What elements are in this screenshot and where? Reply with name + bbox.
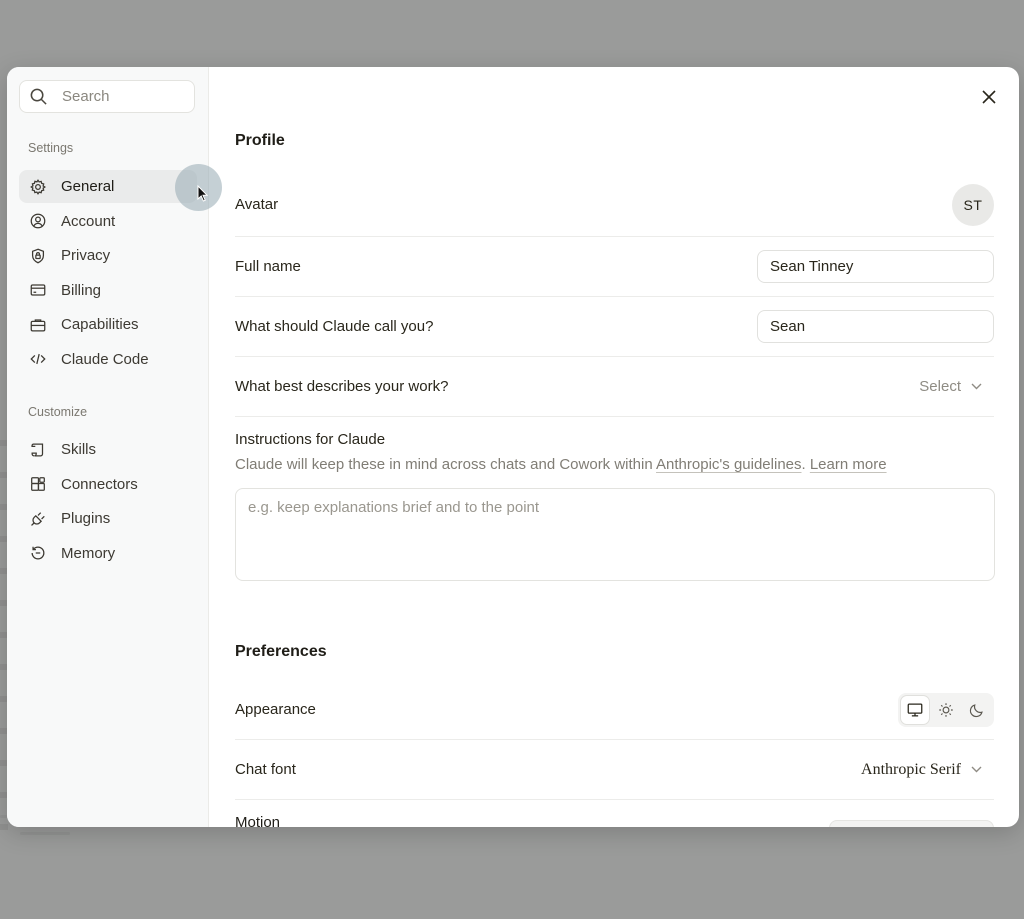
instructions-textarea[interactable] — [235, 488, 995, 581]
instructions-description: Claude will keep these in mind across ch… — [235, 456, 887, 473]
monitor-icon — [907, 703, 923, 716]
chat-font-value: Anthropic Serif — [861, 760, 961, 778]
chevron-down-icon — [971, 766, 982, 773]
chevron-down-icon — [971, 383, 982, 390]
scroll-icon — [29, 441, 47, 459]
code-icon — [29, 350, 47, 368]
appearance-row: Appearance — [235, 680, 994, 740]
sidebar-item-label: Plugins — [61, 510, 111, 528]
customize-nav: Skills Connectors Plugins Memory — [19, 433, 197, 571]
sidebar-item-label: Connectors — [61, 475, 138, 493]
settings-modal: Settings General Account Privacy — [7, 67, 1019, 827]
sidebar-item-plugins[interactable]: Plugins — [19, 502, 197, 535]
settings-sidebar: Settings General Account Privacy — [7, 67, 222, 827]
sidebar-item-connectors[interactable]: Connectors — [19, 468, 197, 501]
sidebar-item-label: Billing — [61, 281, 102, 299]
motion-label: Motion — [235, 814, 281, 827]
moon-icon — [969, 703, 983, 717]
full-name-label: Full name — [235, 258, 301, 275]
chat-font-select[interactable]: Anthropic Serif — [861, 761, 994, 779]
full-name-row: Full name — [235, 237, 994, 297]
appearance-label: Appearance — [235, 701, 316, 718]
search-input[interactable] — [62, 88, 182, 105]
instructions-title: Instructions for Claude — [235, 431, 386, 448]
sidebar-item-skills[interactable]: Skills — [19, 433, 197, 466]
sidebar-item-capabilities[interactable]: Capabilities — [19, 308, 197, 341]
work-select[interactable]: Select — [919, 378, 994, 395]
nickname-label: What should Claude call you? — [235, 318, 434, 335]
chat-font-label: Chat font — [235, 761, 296, 778]
close-button[interactable] — [979, 87, 999, 107]
sidebar-item-billing[interactable]: Billing — [19, 274, 197, 307]
history-icon — [29, 544, 47, 562]
preferences-heading: Preferences — [235, 643, 327, 660]
instructions-desc-sep: . — [801, 456, 810, 473]
sidebar-item-label: Privacy — [61, 247, 111, 265]
close-icon — [982, 90, 996, 104]
mouse-pointer-icon — [197, 185, 209, 202]
sidebar-item-label: Claude Code — [61, 350, 149, 368]
work-select-value: Select — [919, 378, 961, 395]
gear-icon — [29, 178, 47, 196]
settings-content: Profile Avatar ST Full name What should … — [210, 67, 1019, 827]
avatar-row: Avatar ST — [235, 173, 994, 237]
chat-font-row: Chat font Anthropic Serif — [235, 740, 994, 800]
sidebar-item-account[interactable]: Account — [19, 205, 197, 238]
settings-nav: General Account Privacy Billing Capabili… — [19, 170, 197, 378]
plug-icon — [29, 510, 47, 528]
sidebar-item-label: Capabilities — [61, 316, 139, 334]
user-circle-icon — [29, 212, 47, 230]
guidelines-link[interactable]: Anthropic's guidelines — [656, 456, 801, 473]
work-row: What best describes your work? Select — [235, 357, 994, 417]
sidebar-item-privacy[interactable]: Privacy — [19, 239, 197, 272]
credit-card-icon — [29, 281, 47, 299]
full-name-field[interactable] — [757, 250, 994, 283]
sidebar-item-general[interactable]: General — [19, 170, 197, 203]
search-icon — [30, 88, 47, 105]
briefcase-icon — [29, 316, 47, 334]
customize-section-label: Customize — [28, 405, 88, 419]
nickname-row: What should Claude call you? — [235, 297, 994, 357]
shield-lock-icon — [29, 247, 47, 265]
appearance-system-option[interactable] — [901, 695, 929, 724]
settings-section-label: Settings — [28, 141, 74, 155]
motion-toggle[interactable] — [829, 820, 994, 827]
sidebar-item-memory[interactable]: Memory — [19, 537, 197, 570]
sidebar-item-label: Memory — [61, 544, 116, 562]
sidebar-item-label: Account — [61, 212, 116, 230]
sidebar-item-label: General — [61, 178, 115, 195]
avatar-label: Avatar — [235, 196, 279, 213]
sidebar-item-claude-code[interactable]: Claude Code — [19, 343, 197, 376]
sidebar-item-label: Skills — [61, 441, 97, 458]
sun-icon — [939, 702, 953, 717]
blocks-icon — [29, 475, 47, 493]
appearance-dark-option[interactable] — [963, 696, 991, 724]
appearance-toggle — [898, 692, 994, 727]
learn-more-link[interactable]: Learn more — [810, 456, 887, 473]
nickname-field[interactable] — [757, 310, 994, 343]
profile-heading: Profile — [235, 132, 285, 149]
appearance-light-option[interactable] — [932, 696, 960, 724]
work-label: What best describes your work? — [235, 378, 449, 395]
search-box[interactable] — [19, 80, 195, 113]
avatar[interactable]: ST — [952, 183, 994, 226]
instructions-desc-text: Claude will keep these in mind across ch… — [235, 456, 657, 473]
